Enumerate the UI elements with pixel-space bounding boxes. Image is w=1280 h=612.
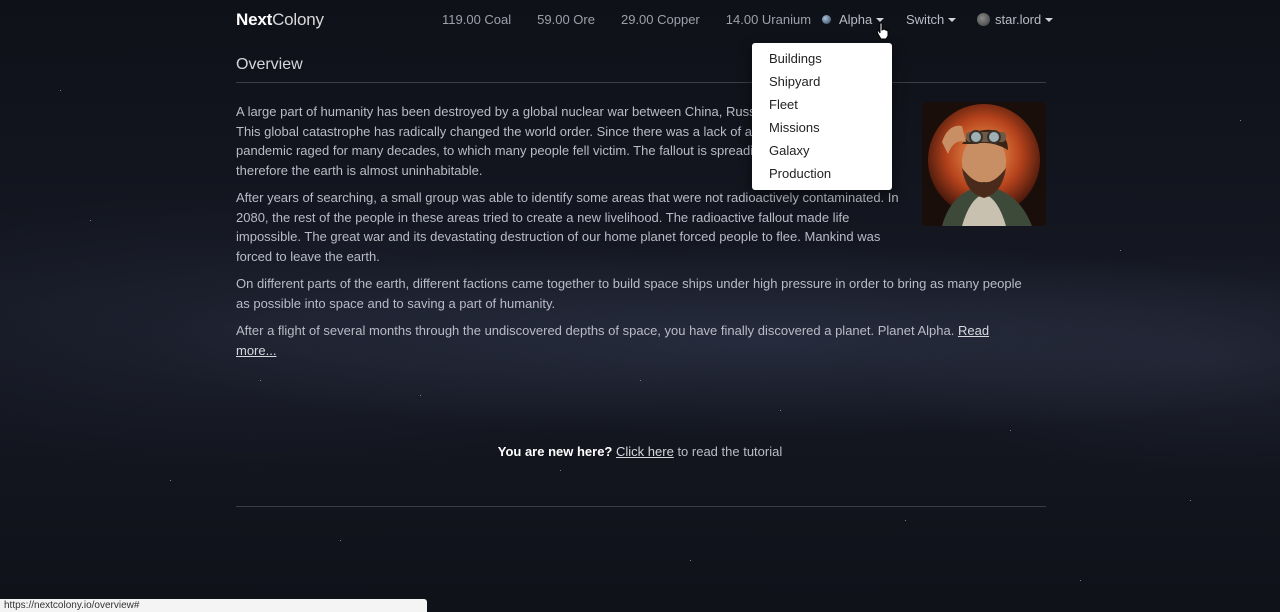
paragraph-factions: On different parts of the earth, differe… xyxy=(236,276,1022,311)
brand-light: Colony xyxy=(272,10,324,29)
footer-divider xyxy=(236,506,1046,507)
menu-item-shipyard[interactable]: Shipyard xyxy=(752,73,892,96)
chevron-down-icon xyxy=(1045,17,1054,22)
planet-dropdown-toggle[interactable]: Alpha xyxy=(822,12,885,27)
menu-item-buildings[interactable]: Buildings xyxy=(752,50,892,73)
resource-uranium: 14.00 Uranium xyxy=(725,12,812,27)
avatar xyxy=(977,13,990,26)
commander-portrait-art xyxy=(922,102,1046,226)
planet-name: Alpha xyxy=(839,12,873,27)
resource-coal: 119.00 Coal xyxy=(442,12,512,27)
commander-portrait xyxy=(922,102,1046,226)
intro-line-2: This global catastrophe has radically ch… xyxy=(236,123,766,139)
chevron-down-icon xyxy=(948,17,957,22)
intro-line-4: therefore the earth is almost uninhabita… xyxy=(236,162,483,178)
paragraph-flight: After a flight of several months through… xyxy=(236,321,1026,360)
user-dropdown-toggle[interactable]: star.lord xyxy=(977,12,1054,27)
tutorial-rest: to read the tutorial xyxy=(677,444,783,459)
intro-line-3: pandemic raged for many decades, to whic… xyxy=(236,143,768,158)
menu-item-production[interactable]: Production xyxy=(752,165,892,188)
planet-dropdown-menu: Buildings Shipyard Fleet Missions Galaxy… xyxy=(752,43,892,190)
tutorial-link[interactable]: Click here xyxy=(616,444,674,459)
intro-line-1: A large part of humanity has been destro… xyxy=(236,104,770,119)
chevron-down-icon xyxy=(876,17,885,22)
page-title: Overview xyxy=(236,56,303,73)
tutorial-bold: You are new here? xyxy=(497,444,613,459)
resource-ore: 59.00 Ore xyxy=(537,12,595,27)
switch-dropdown-toggle[interactable]: Switch xyxy=(906,12,957,27)
switch-label: Switch xyxy=(906,12,945,27)
resource-copper: 29.00 Copper xyxy=(620,12,700,27)
brand-bold: Next xyxy=(236,10,273,29)
browser-status-url: https://nextcolony.io/overview# xyxy=(0,599,427,612)
brand-logo[interactable]: NextColony xyxy=(236,10,324,30)
top-navbar: NextColony 119.00 Coal 59.00 Ore 29.00 C… xyxy=(236,0,1054,40)
divider xyxy=(236,82,1046,83)
paragraph-search: After years of searching, a small group … xyxy=(236,190,899,264)
hand-cursor-icon xyxy=(876,22,890,45)
menu-item-fleet[interactable]: Fleet xyxy=(752,96,892,119)
username: star.lord xyxy=(995,12,1042,27)
planet-icon xyxy=(822,15,831,24)
menu-item-galaxy[interactable]: Galaxy xyxy=(752,142,892,165)
tutorial-prompt: You are new here? Click here to read the… xyxy=(0,444,1280,459)
menu-item-missions[interactable]: Missions xyxy=(752,119,892,142)
resource-bar: 119.00 Coal 59.00 Ore 29.00 Copper 14.00… xyxy=(442,12,837,27)
flight-text: After a flight of several months through… xyxy=(236,323,955,338)
